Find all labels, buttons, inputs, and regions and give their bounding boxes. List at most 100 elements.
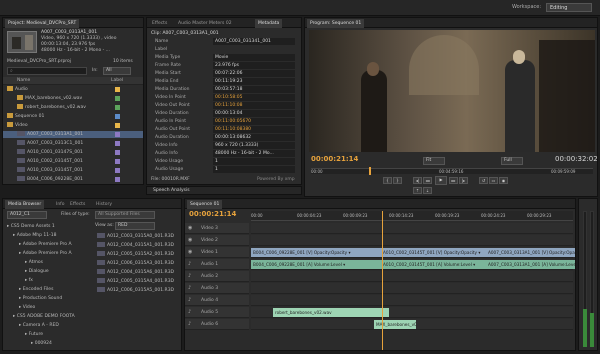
tab-project[interactable]: Project: Medieval_DVCPro_SRT — [5, 19, 80, 28]
eye-icon[interactable]: ◉ — [188, 247, 192, 258]
export-frame-icon[interactable]: ◉ — [499, 177, 508, 184]
media-browser-file[interactable]: A012_C006_0315A5_001.R3D — [97, 287, 174, 294]
track-header[interactable]: Video 2 ◉ — [185, 235, 249, 246]
media-browser-folder[interactable]: ▸ Adobe Mhp 11-18 — [5, 232, 56, 239]
metadata-value[interactable]: 00:00:13:08632 — [213, 134, 295, 141]
video-clip[interactable]: A007_C003_0313A1_001 [V] Opacity:Opacity… — [486, 248, 575, 257]
project-tree-item[interactable]: Sequence 01 — [3, 113, 143, 120]
media-browser-folder[interactable]: ▸ Video — [5, 304, 35, 311]
project-tree-item[interactable]: A007_C003_0313A1_001 — [3, 131, 143, 138]
tab-program[interactable]: Program: Sequence 01 — [307, 19, 365, 28]
track-header[interactable]: Audio 4 ♪ — [185, 295, 249, 306]
tab-media-browser[interactable]: Media Browser — [5, 200, 45, 209]
tab-audio-meters[interactable]: Audio Master Meters 02 — [175, 19, 235, 28]
tab-metadata[interactable]: Metadata — [255, 19, 283, 28]
metadata-value[interactable]: 00:11:19:23 — [213, 78, 295, 85]
media-browser-folder[interactable]: ▸ CS5 Demo Assets 1 — [5, 223, 55, 230]
timeline-playhead[interactable] — [382, 211, 383, 350]
program-ruler[interactable]: 00:00 00:04:59:16 00:09:59:09 — [311, 167, 593, 175]
media-browser-file[interactable]: A012_C004_0315A1_001.R3D — [97, 242, 174, 249]
track-header[interactable]: Audio 2 ♪ — [185, 271, 249, 282]
timeline-ruler[interactable]: 00:00 00:00:04:23 00:00:09:23 00:00:14:23 00… — [251, 211, 573, 221]
tab-effects-mb[interactable]: Effects — [67, 200, 88, 209]
media-browser-folder[interactable]: ▸ Production Sound — [5, 295, 62, 302]
column-label[interactable]: Label — [111, 78, 123, 83]
speaker-icon[interactable]: ♪ — [188, 259, 191, 270]
track-header[interactable]: Audio 3 ♪ — [185, 283, 249, 294]
media-browser-file[interactable]: A012_C003_0315A0_001.R3D — [97, 233, 174, 240]
lift-icon[interactable]: ⇡ — [413, 187, 422, 194]
media-browser-folder[interactable]: ▸ Dialogue — [5, 268, 49, 275]
tab-info[interactable]: Info — [53, 200, 68, 209]
search-in-dropdown[interactable]: All — [103, 67, 131, 75]
metadata-value[interactable]: 00:03:57:18 — [213, 86, 295, 93]
metadata-value[interactable]: 00:07:22:06 — [213, 70, 295, 77]
track-header[interactable]: Video 3 ◉ — [185, 223, 249, 234]
metadata-value[interactable]: 00:11:00:05670 — [213, 118, 295, 125]
audio-clip[interactable]: B004_C006_09228E_001 [A] Volume:Level ▾ — [251, 260, 381, 269]
audio-clip[interactable]: A010_C002_03145T_001 [A] Volume:Level ▾ — [381, 260, 486, 269]
speaker-icon[interactable]: ♪ — [188, 319, 191, 330]
project-tree-item[interactable]: MAX_barebones_v02.wav — [3, 95, 143, 102]
project-tree-item[interactable]: A010_C002_03145T_001 — [3, 158, 143, 165]
drive-dropdown[interactable]: A012_C1 — [7, 211, 47, 219]
play-icon[interactable]: ▶ — [435, 176, 447, 185]
column-name[interactable]: Name — [17, 78, 30, 83]
video-clip[interactable]: A010_C002_03145T_001 [V] Opacity:Opacity… — [381, 248, 486, 257]
track-header[interactable]: Video 1 ◉ — [185, 247, 249, 258]
metadata-value[interactable]: 1 — [213, 158, 295, 165]
project-tree-item[interactable]: A010_C003_03145T_001 — [3, 167, 143, 174]
forward-icon[interactable]: ▸▸ — [449, 177, 458, 184]
speaker-icon[interactable]: ♪ — [188, 307, 191, 318]
mark-out-icon[interactable]: } — [393, 177, 402, 184]
audio-clip[interactable]: A007_C003_0313A1_001 [A] Volume:Level ▾ — [486, 260, 575, 269]
media-browser-folder[interactable]: ▸ Adobe Premiere Pro A — [5, 241, 72, 248]
metadata-value[interactable]: Movie — [213, 54, 295, 61]
speaker-icon[interactable]: ♪ — [188, 295, 191, 306]
workspace-dropdown[interactable]: Editing — [546, 3, 592, 12]
track-header[interactable]: Audio 6 ♪ — [185, 319, 249, 330]
project-tree-item[interactable]: A010_C001_03147S_001 — [3, 149, 143, 156]
metadata-value[interactable]: 23.976 fps — [213, 62, 295, 69]
loop-icon[interactable]: ↺ — [479, 177, 488, 184]
rewind-icon[interactable]: ◂◂ — [423, 177, 432, 184]
video-clip[interactable]: B004_C006_09228E_001 [V] Opacity:Opacity… — [251, 248, 381, 257]
track-header[interactable]: Audio 1 ♪ — [185, 259, 249, 270]
media-browser-folder[interactable]: ▸ Atmos — [5, 259, 43, 266]
playhead[interactable] — [369, 167, 371, 175]
eye-icon[interactable]: ◉ — [188, 223, 192, 234]
project-tree-item[interactable]: robert_barebones_v02.wav — [3, 104, 143, 111]
metadata-value[interactable]: 1 — [213, 166, 295, 173]
media-browser-folder[interactable]: ▸ Camera A - RED — [5, 322, 59, 329]
metadata-value[interactable]: 00:10:58:05 — [213, 94, 295, 101]
speech-analysis-bar[interactable]: Speech Analysis — [146, 186, 302, 195]
eye-icon[interactable]: ◉ — [188, 235, 192, 246]
track-header[interactable]: Audio 5 ♪ — [185, 307, 249, 318]
zoom-fit-dropdown[interactable]: Fit — [423, 157, 445, 165]
music-clip[interactable]: MAX_barebones_v0 — [374, 320, 416, 329]
timeline-timecode[interactable]: 00:00:21:14 — [189, 210, 236, 218]
step-forward-icon[interactable]: |▸ — [459, 177, 468, 184]
view-as-dropdown[interactable]: RED — [115, 222, 155, 230]
step-back-icon[interactable]: ◂| — [413, 177, 422, 184]
metadata-value[interactable]: 00:11:10:08 — [213, 102, 295, 109]
media-browser-file[interactable]: A012_C005_0315A2_001.R3D — [97, 251, 174, 258]
media-browser-folder[interactable]: ▸ Future — [5, 331, 43, 338]
video-frame[interactable] — [309, 30, 595, 152]
metadata-value[interactable]: 960 x 720 (1.3333) — [213, 142, 295, 149]
project-tree-item[interactable]: Audio — [3, 86, 143, 93]
metadata-value[interactable]: 48000 Hz - 16-bit - 2 Mo... — [213, 150, 295, 157]
metadata-value[interactable]: A007_C003_031341_001 — [213, 38, 295, 45]
speaker-icon[interactable]: ♪ — [188, 283, 191, 294]
extract-icon[interactable]: ⇣ — [423, 187, 432, 194]
media-browser-folder[interactable]: ▸ Encoded Files — [5, 286, 53, 293]
tab-sequence[interactable]: Sequence 01 — [187, 200, 223, 209]
project-tree-item[interactable]: Video — [3, 122, 143, 129]
media-browser-file[interactable]: A012_C005_0315A4_001.R3D — [97, 278, 174, 285]
project-tree-item[interactable]: B004_C006_09228E_001 — [3, 176, 143, 183]
program-timecode[interactable]: 00:00:21:14 — [311, 155, 358, 163]
media-browser-folder[interactable]: ▸ 000924 — [5, 340, 52, 347]
files-of-type-dropdown[interactable]: All Supported Files — [95, 211, 155, 219]
media-browser-file[interactable]: A012_C004_0315A6_001.R3D — [97, 269, 174, 276]
safe-margins-icon[interactable]: ▭ — [489, 177, 498, 184]
